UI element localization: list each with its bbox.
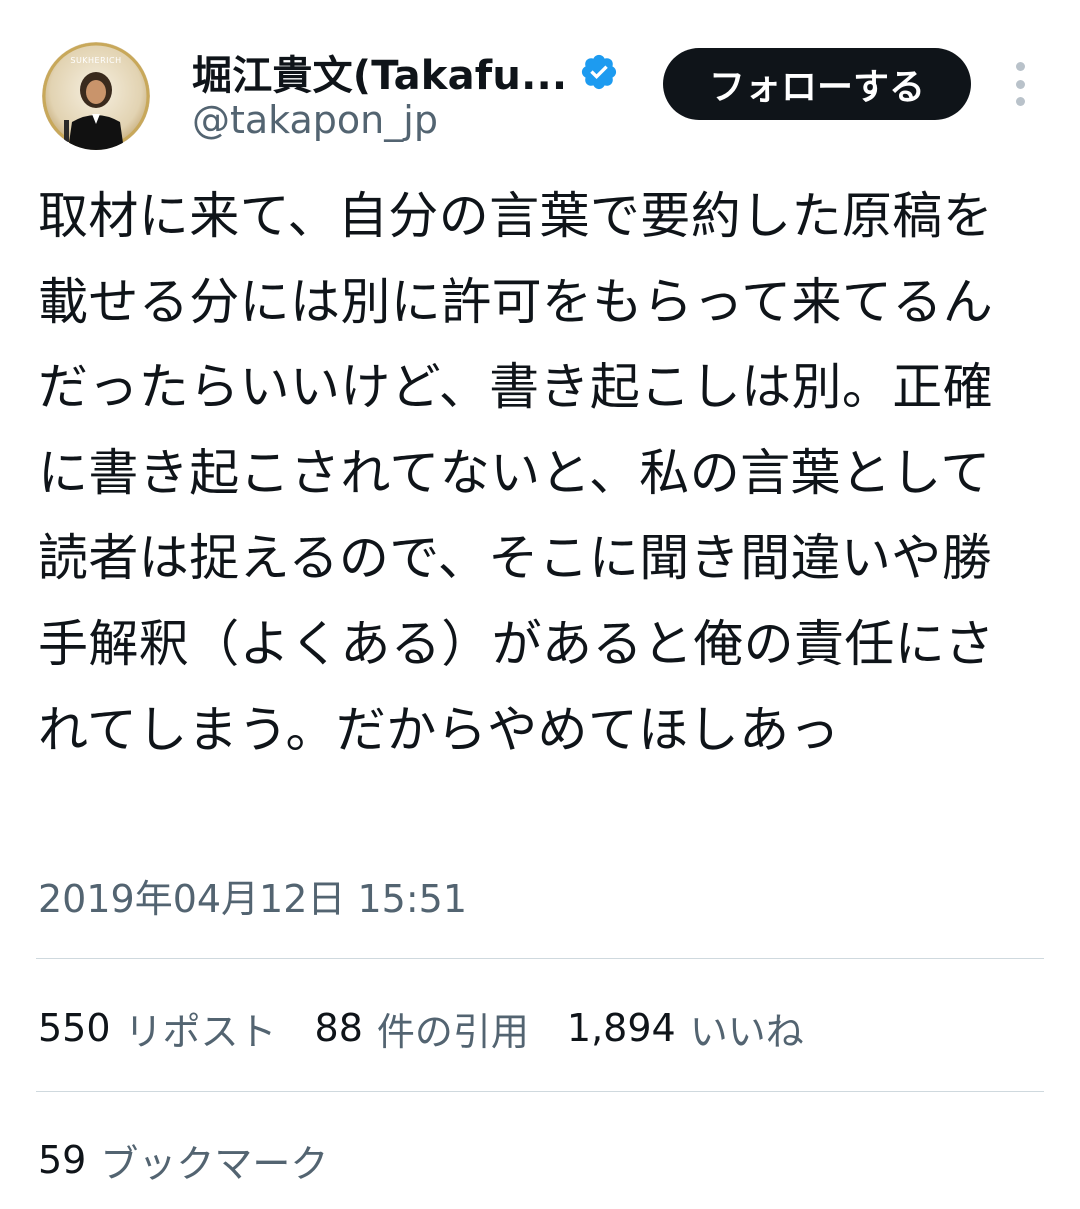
more-dot [1015, 97, 1025, 106]
likes-count: 1,894 [566, 1006, 676, 1050]
more-dot [1015, 62, 1025, 71]
user-name-row[interactable]: 堀江貴文(Takafu... [192, 44, 619, 100]
quotes-stat[interactable]: 88 件の引用 [315, 1001, 529, 1056]
likes-label: いいね [689, 1009, 804, 1054]
display-name[interactable]: 堀江貴文(Takafu... [192, 43, 567, 101]
tweet-text: 取材に来て、自分の言葉で要約した原稿を載せる分には別に許可をもらって来てるんだっ… [38, 187, 995, 759]
quotes-label: 件の引用 [376, 1009, 529, 1054]
more-vertical-icon[interactable] [1004, 62, 1036, 106]
divider [36, 958, 1044, 959]
more-dot [1015, 79, 1025, 89]
divider [36, 1091, 1044, 1092]
tweet-timestamp[interactable]: 2019年04月12日 15:51 [38, 868, 467, 923]
bookmarks-label: ブックマーク [100, 1141, 329, 1186]
user-handle[interactable]: @takapon_jp [192, 98, 438, 142]
quotes-count: 88 [314, 1006, 363, 1050]
verified-badge-icon [579, 52, 619, 92]
avatar[interactable]: SUKHERICH [42, 42, 150, 150]
bookmarks-count: 59 [38, 1138, 87, 1182]
bookmarks-stat[interactable]: 59 ブックマーク [38, 1130, 328, 1190]
reposts-stat[interactable]: 550 リポスト [38, 1001, 277, 1056]
likes-stat[interactable]: 1,894 いいね [567, 1001, 804, 1056]
reposts-label: リポスト [124, 1009, 277, 1054]
avatar-logo-text: SUKHERICH [70, 56, 122, 65]
reposts-count: 550 [38, 1006, 111, 1050]
engagement-stats: 550 リポスト 88 件の引用 1,894 いいね [38, 998, 842, 1058]
follow-button[interactable]: フォローする [663, 48, 971, 120]
